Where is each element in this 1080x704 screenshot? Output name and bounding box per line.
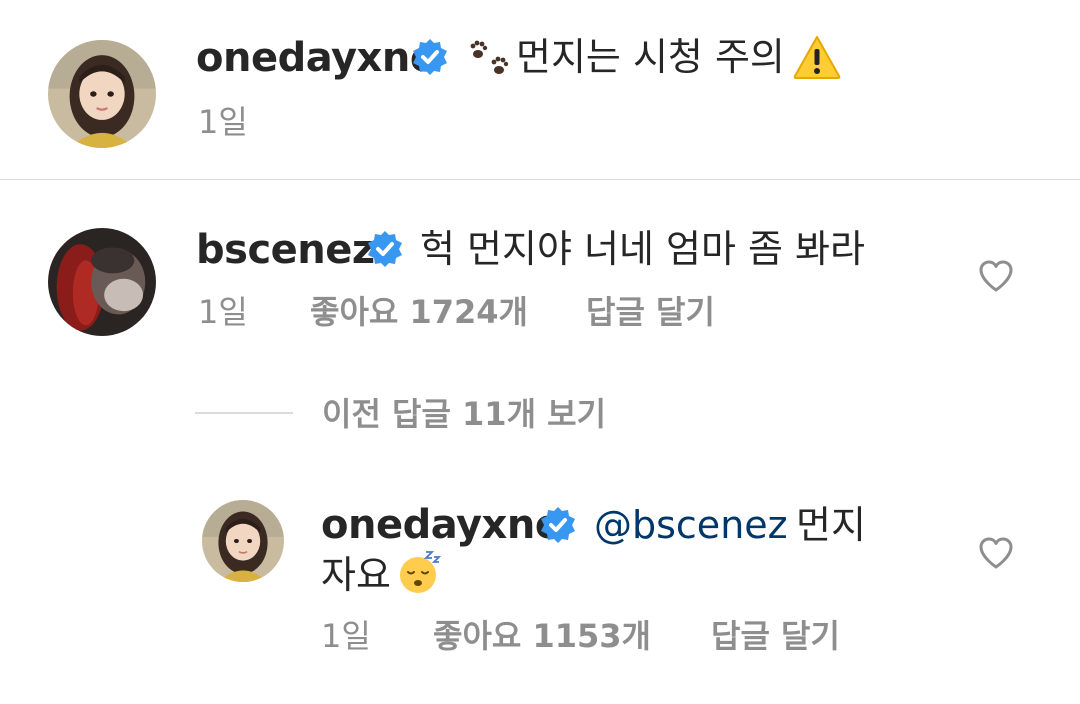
- reply-time: 1일: [321, 617, 371, 655]
- comment-likes[interactable]: 좋아요 1724개: [310, 296, 528, 328]
- reply-likes[interactable]: 좋아요 1153개: [433, 620, 651, 652]
- reply-reply-button[interactable]: 답글 달기: [711, 620, 840, 652]
- comment-text: 헉 먼지야 너네 엄마 좀 봐라: [420, 227, 865, 271]
- comment-username[interactable]: bscenez: [196, 230, 375, 270]
- verified-badge-icon: [413, 39, 447, 75]
- paw-prints-icon: [470, 40, 509, 74]
- caption-time: 1일: [198, 103, 248, 141]
- reply-mention-link[interactable]: @bscenez: [594, 506, 788, 544]
- caption-avatar[interactable]: [48, 40, 156, 148]
- reply-text-line2: 자요: [321, 553, 391, 597]
- reply-username[interactable]: onedayxne: [321, 505, 562, 545]
- view-previous-replies[interactable]: 이전 답글 11개 보기: [322, 398, 606, 430]
- comment-avatar[interactable]: [48, 228, 156, 336]
- caption-text: 먼지는 시청 주의: [516, 35, 785, 79]
- warning-icon: [793, 36, 841, 79]
- heart-outline-icon[interactable]: [978, 536, 1014, 570]
- comment-time: 1일: [198, 293, 248, 331]
- divider: [0, 179, 1080, 180]
- verified-badge-icon: [368, 231, 402, 267]
- sleeping-face-icon: [400, 551, 442, 593]
- reply-avatar[interactable]: [202, 500, 284, 582]
- verified-badge-icon: [541, 507, 575, 543]
- caption-username[interactable]: onedayxne: [196, 38, 437, 78]
- heart-outline-icon[interactable]: [978, 259, 1014, 293]
- reply-text-line1: 먼지: [796, 503, 866, 547]
- replies-divider-line: [195, 412, 293, 414]
- comment-reply-button[interactable]: 답글 달기: [586, 296, 715, 328]
